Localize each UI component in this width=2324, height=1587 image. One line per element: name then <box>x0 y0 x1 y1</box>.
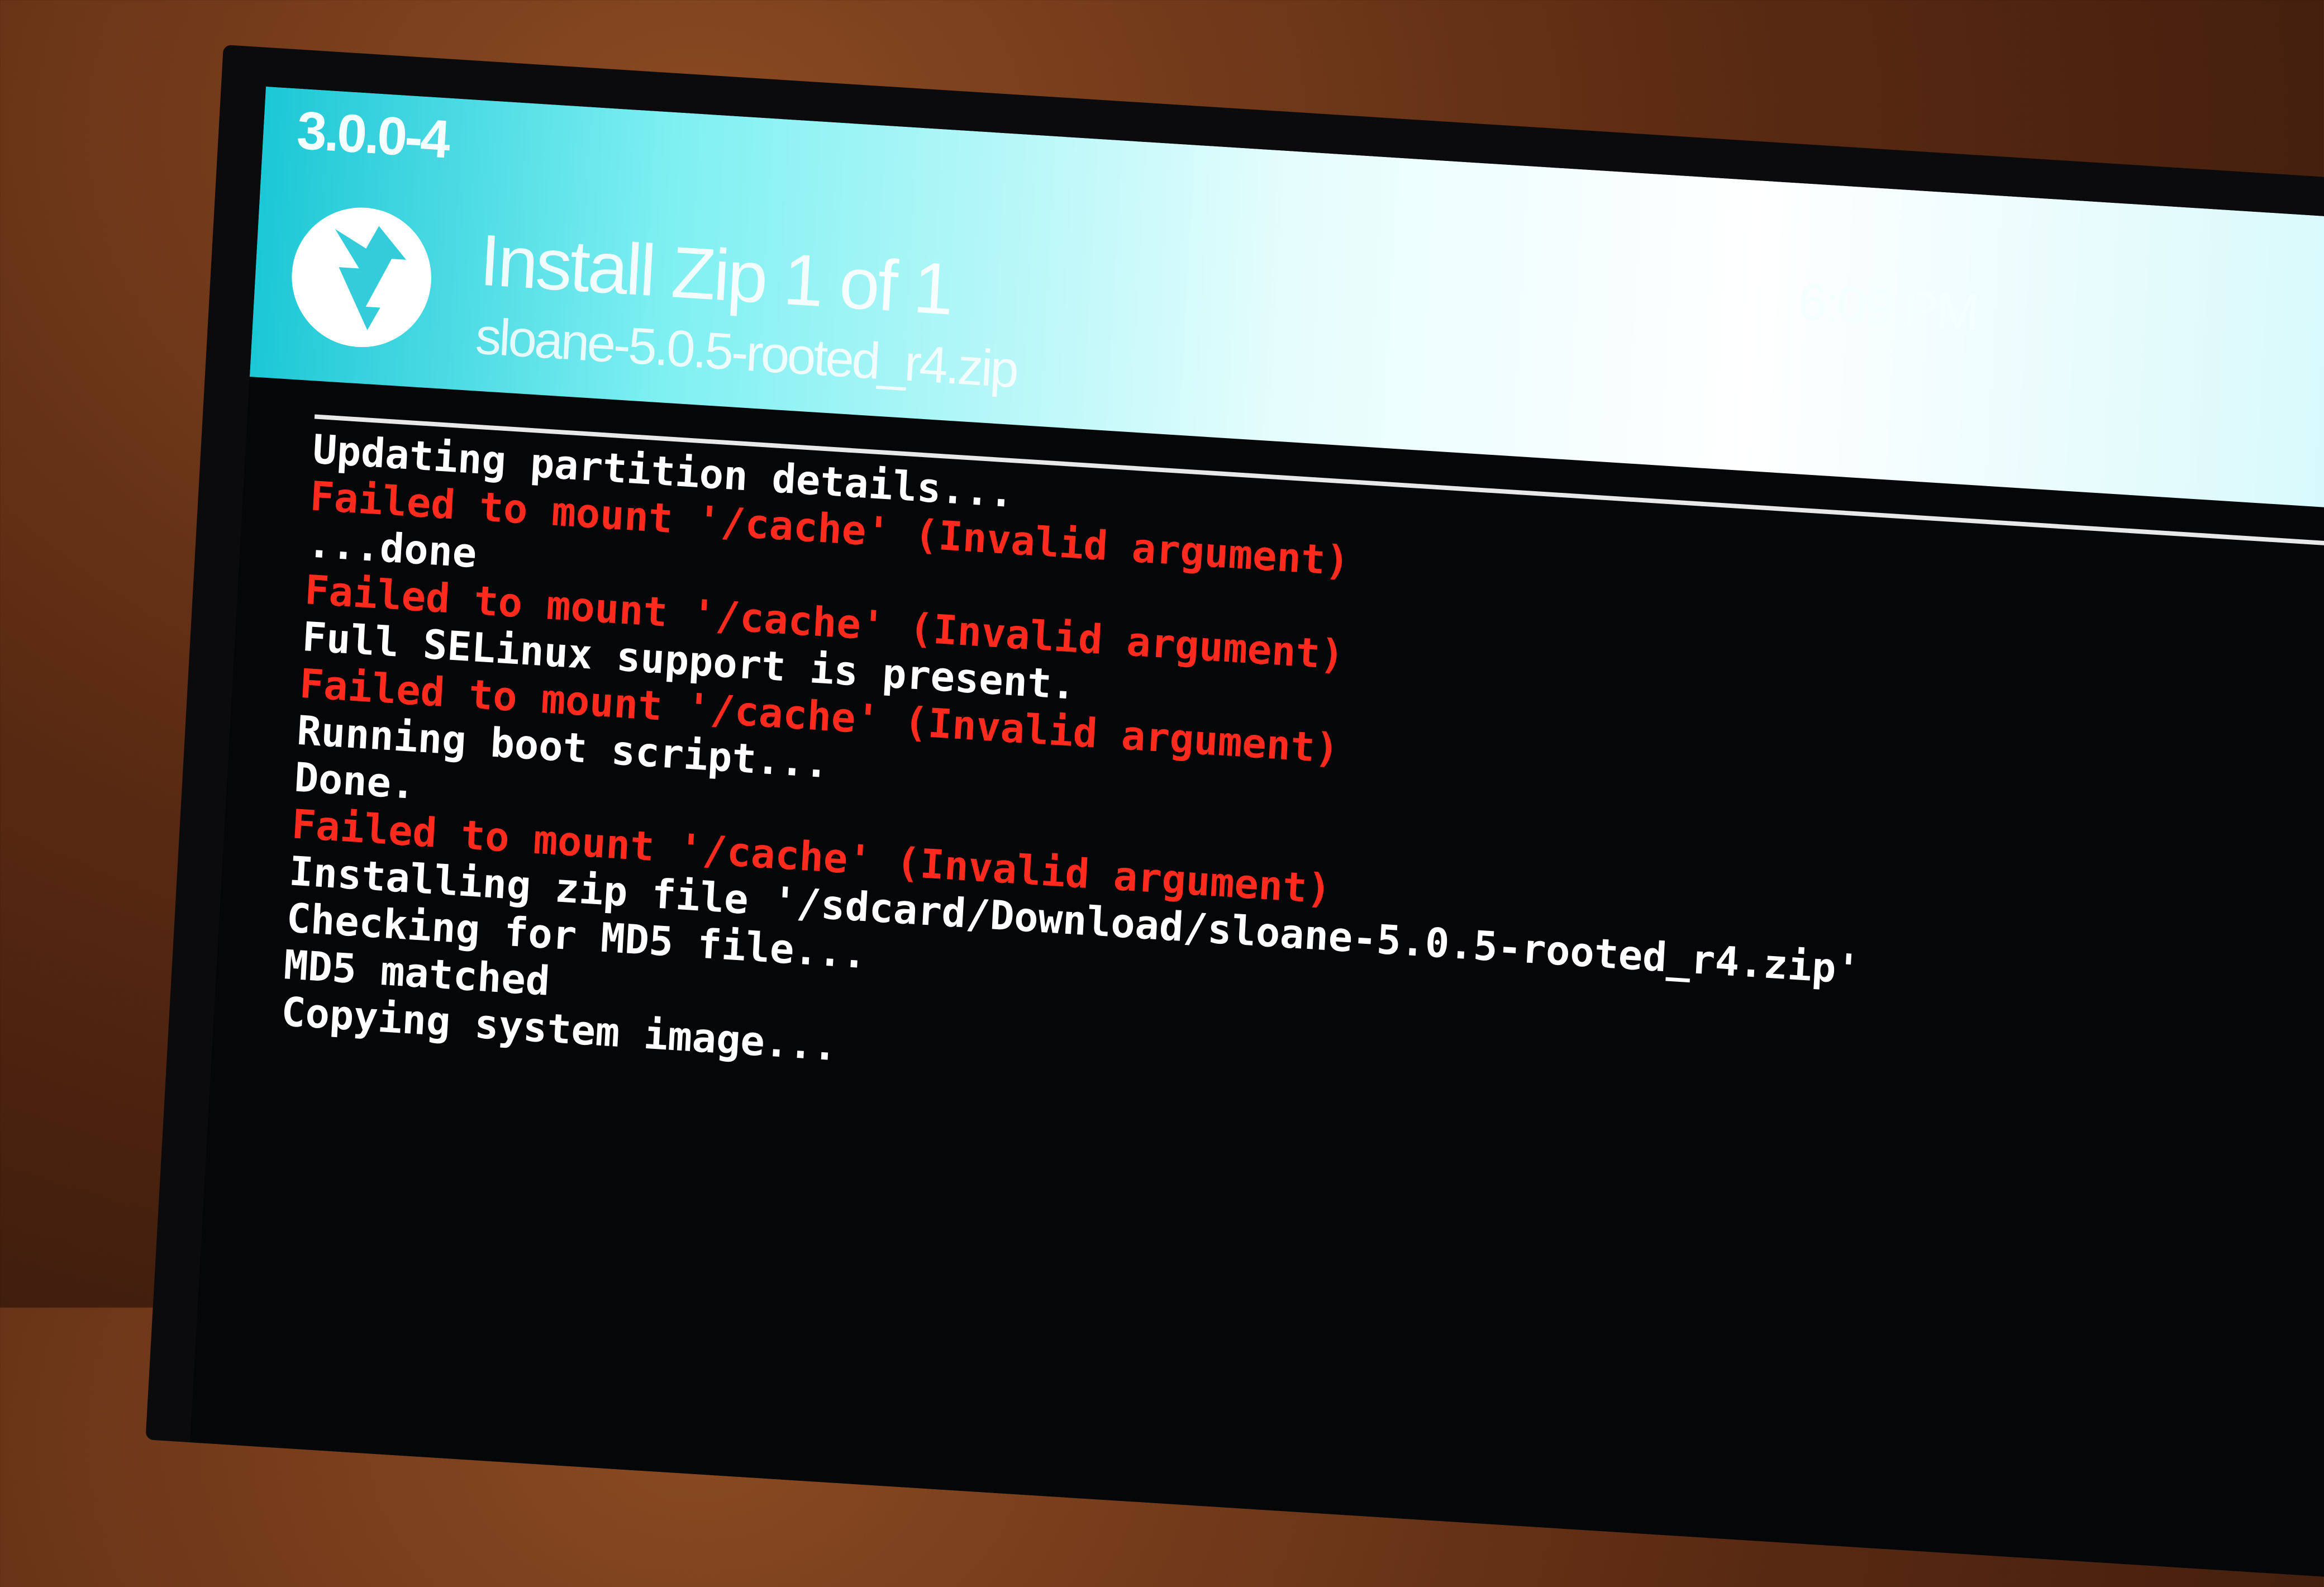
twrp-logo-icon <box>292 207 431 348</box>
console-log: Updating partition details... Failed to m… <box>280 426 1885 1134</box>
clock: 6:09 PM <box>1796 273 1979 342</box>
tv-bezel: 3.0.0-4 6:09 PM Install Zip 1 of 1 sloan… <box>145 45 2324 1587</box>
recovery-screen: 3.0.0-4 6:09 PM Install Zip 1 of 1 sloan… <box>190 86 2324 1587</box>
version-label: 3.0.0-4 <box>295 100 450 170</box>
